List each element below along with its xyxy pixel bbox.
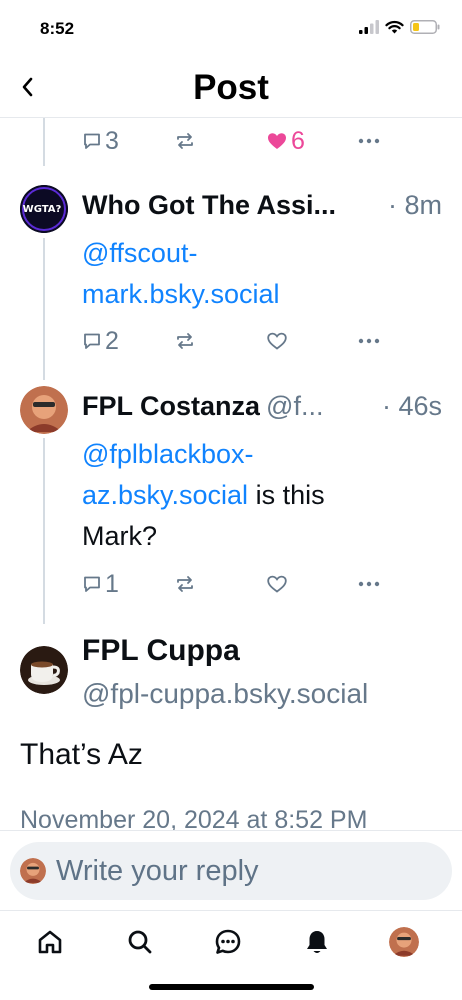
handle[interactable]: @f... xyxy=(266,391,323,422)
tab-profile[interactable] xyxy=(387,925,421,959)
reply-button[interactable]: 3 xyxy=(82,124,119,158)
avatar-logo-text: WGTA? xyxy=(23,204,62,215)
repost-icon xyxy=(177,133,193,149)
thread-line xyxy=(43,238,45,380)
page-title: Post xyxy=(193,68,269,107)
post-time: · 8m xyxy=(388,189,442,220)
ellipsis-icon xyxy=(358,338,380,344)
display-name[interactable]: FPL Cuppa xyxy=(82,634,240,668)
battery-icon xyxy=(410,20,440,39)
repost-button[interactable] xyxy=(174,324,196,358)
status-icons xyxy=(359,20,440,39)
reply-button[interactable]: 2 xyxy=(82,324,119,358)
chat-bubble-icon xyxy=(215,929,241,954)
heart-icon xyxy=(267,575,287,593)
home-indicator xyxy=(149,984,314,990)
mention-link[interactable]: @ffscout-mark.bsky.social xyxy=(82,238,280,309)
thread-line xyxy=(43,438,45,624)
parent-post-actions: 3 6 xyxy=(82,124,382,158)
heart-icon xyxy=(267,332,287,350)
avatar xyxy=(20,858,46,884)
reply-button[interactable]: 1 xyxy=(82,567,119,601)
handle[interactable]: @fpl-cuppa.bsky.social xyxy=(82,678,368,710)
repost-icon xyxy=(177,576,193,592)
like-button[interactable] xyxy=(266,567,288,601)
post-header: FPL Costanza @f... · 46s xyxy=(82,386,442,426)
display-name[interactable]: FPL Costanza xyxy=(82,391,260,422)
home-icon xyxy=(38,930,62,954)
repost-button[interactable] xyxy=(174,567,196,601)
profile-photo-avatar xyxy=(20,858,46,884)
reply-count: 1 xyxy=(105,569,119,598)
coffee-cup-avatar xyxy=(20,646,68,694)
avatar xyxy=(389,927,419,957)
cellular-signal-icon xyxy=(359,20,379,39)
post-text: That’s Az xyxy=(20,738,143,771)
tab-messages[interactable] xyxy=(211,925,245,959)
heart-filled-icon xyxy=(268,133,286,149)
reply-input[interactable]: Write your reply xyxy=(10,842,452,900)
reply-bar: Write your reply xyxy=(0,830,462,910)
search-icon xyxy=(128,930,152,954)
status-time: 8:52 xyxy=(40,19,75,38)
post-time: · 46s xyxy=(381,390,442,421)
ellipsis-icon xyxy=(358,581,380,587)
post-actions: 1 xyxy=(82,567,382,601)
wifi-icon xyxy=(385,20,404,39)
profile-photo-avatar xyxy=(389,927,419,957)
like-button[interactable] xyxy=(266,324,288,358)
reply-icon xyxy=(84,576,100,592)
ellipsis-icon xyxy=(358,138,380,144)
reply-icon xyxy=(84,133,100,149)
reply-icon xyxy=(84,333,100,349)
profile-photo-avatar xyxy=(20,386,68,434)
avatar[interactable]: WGTA? xyxy=(20,185,68,233)
repost-icon xyxy=(177,333,193,349)
reply-count: 2 xyxy=(105,326,119,355)
tab-home[interactable] xyxy=(33,925,67,959)
bell-icon xyxy=(307,931,327,953)
reply-count: 3 xyxy=(105,126,119,155)
repost-button[interactable] xyxy=(174,124,196,158)
like-button[interactable]: 6 xyxy=(266,124,305,158)
thread-line xyxy=(43,118,45,166)
mention-link[interactable]: @fplblackbox-az.bsky.social xyxy=(82,439,253,510)
more-options-button[interactable] xyxy=(358,124,380,158)
reply-placeholder: Write your reply xyxy=(56,854,259,887)
more-options-button[interactable] xyxy=(358,567,380,601)
wgta-logo-avatar: WGTA? xyxy=(20,185,68,233)
display-name[interactable]: Who Got The Assi... xyxy=(82,190,336,221)
avatar[interactable] xyxy=(20,386,68,434)
more-options-button[interactable] xyxy=(358,324,380,358)
post-text: @fplblackbox-az.bsky.social is this Mark… xyxy=(82,434,382,557)
tab-search[interactable] xyxy=(123,925,157,959)
status-bar: 8:52 xyxy=(0,0,462,60)
post-header: Who Got The Assi... · 8m xyxy=(82,185,442,225)
post-text: @ffscout-mark.bsky.social xyxy=(82,233,332,315)
tab-notifications[interactable] xyxy=(300,925,334,959)
like-count: 6 xyxy=(291,126,305,155)
avatar[interactable] xyxy=(20,646,68,694)
nav-bar: Post xyxy=(0,60,462,118)
post-actions: 2 xyxy=(82,324,382,358)
